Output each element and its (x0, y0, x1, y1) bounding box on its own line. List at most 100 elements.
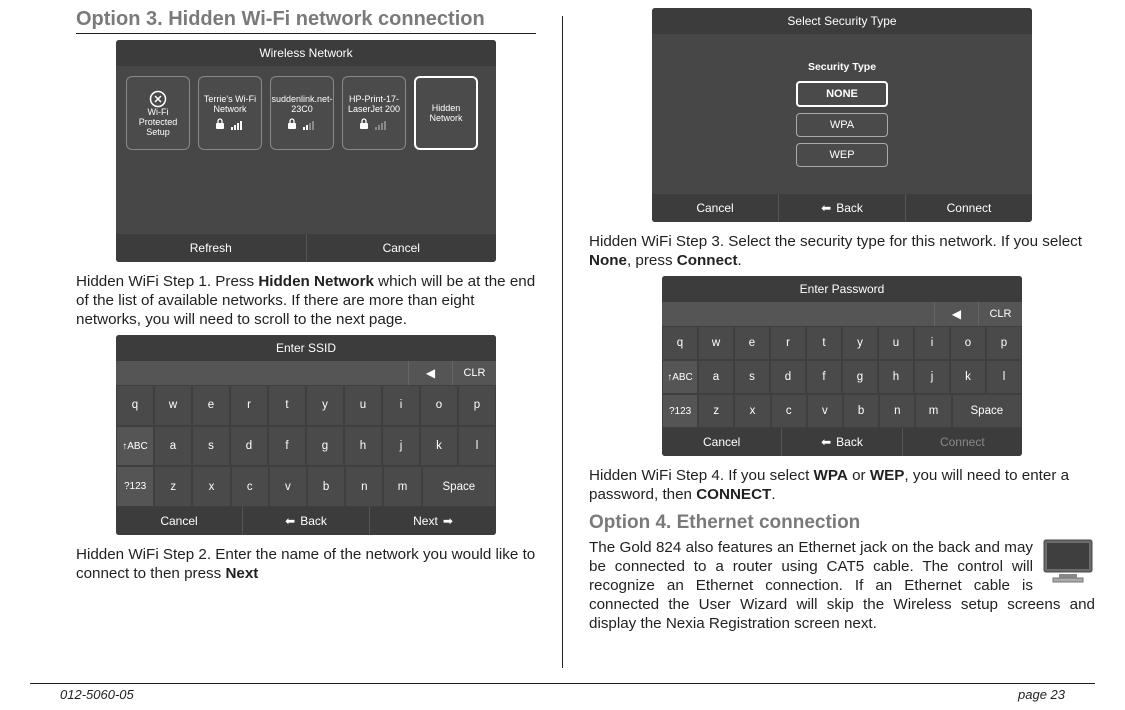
screen-title: Select Security Type (652, 8, 1032, 34)
key[interactable]: t (268, 385, 306, 426)
tile-label: HP-Print-17-LaserJet 200 (345, 95, 403, 115)
security-type-screen: Select Security Type Security Type NONE … (652, 8, 1032, 222)
tile-hidden-network[interactable]: Hidden Network (414, 76, 478, 150)
key[interactable]: u (344, 385, 382, 426)
next-button[interactable]: Next➡ (369, 507, 496, 535)
key[interactable]: b (843, 394, 879, 428)
security-option-wpa[interactable]: WPA (796, 113, 888, 137)
key[interactable]: g (306, 426, 344, 467)
cancel-button[interactable]: Cancel (652, 194, 778, 222)
key[interactable]: v (269, 466, 307, 507)
step4-text: Hidden WiFi Step 4. If you select WPA or… (589, 466, 1095, 504)
key[interactable]: j (914, 360, 950, 394)
signal-icon (231, 120, 245, 133)
key[interactable]: d (770, 360, 806, 394)
key[interactable]: s (192, 426, 230, 467)
shift-key[interactable]: ↑ABC (116, 426, 154, 467)
key[interactable]: h (878, 360, 914, 394)
key[interactable]: i (914, 326, 950, 360)
tile-network-3[interactable]: HP-Print-17-LaserJet 200 (342, 76, 406, 150)
key[interactable]: j (382, 426, 420, 467)
arrow-right-icon: ➡ (443, 514, 453, 528)
key[interactable]: n (345, 466, 383, 507)
key[interactable]: a (698, 360, 734, 394)
backspace-key[interactable] (408, 361, 452, 385)
key[interactable]: u (878, 326, 914, 360)
back-button[interactable]: ⬅Back (242, 507, 369, 535)
tile-wps[interactable]: Wi-Fi Protected Setup (126, 76, 190, 150)
tile-label: Hidden Network (418, 104, 474, 124)
key[interactable]: v (807, 394, 843, 428)
key[interactable]: p (986, 326, 1022, 360)
password-input[interactable] (662, 302, 934, 326)
symbols-key[interactable]: ?123 (662, 394, 698, 428)
tile-network-2[interactable]: suddenlink.net-23C0 (270, 76, 334, 150)
space-key[interactable]: Space (422, 466, 496, 507)
step1-text: Hidden WiFi Step 1. Press Hidden Network… (76, 272, 536, 329)
key[interactable]: r (230, 385, 268, 426)
key[interactable]: t (806, 326, 842, 360)
cancel-button[interactable]: Cancel (306, 234, 497, 262)
key[interactable]: c (231, 466, 269, 507)
clear-key[interactable]: CLR (978, 302, 1022, 326)
back-button[interactable]: ⬅Back (781, 428, 901, 456)
key[interactable]: q (116, 385, 154, 426)
key[interactable]: l (986, 360, 1022, 394)
key[interactable]: a (154, 426, 192, 467)
key[interactable]: w (698, 326, 734, 360)
connect-button[interactable]: Connect (905, 194, 1032, 222)
key[interactable]: f (806, 360, 842, 394)
key[interactable]: y (842, 326, 878, 360)
key[interactable]: z (698, 394, 734, 428)
doc-number: 012-5060-05 (60, 687, 134, 702)
key[interactable]: e (734, 326, 770, 360)
key[interactable]: o (420, 385, 458, 426)
clear-key[interactable]: CLR (452, 361, 496, 385)
key[interactable]: s (734, 360, 770, 394)
key[interactable]: d (230, 426, 268, 467)
security-option-wep[interactable]: WEP (796, 143, 888, 167)
symbols-key[interactable]: ?123 (116, 466, 154, 507)
key[interactable]: y (306, 385, 344, 426)
key[interactable]: k (950, 360, 986, 394)
key[interactable]: r (770, 326, 806, 360)
key[interactable]: x (734, 394, 770, 428)
key[interactable]: x (192, 466, 230, 507)
shift-key[interactable]: ↑ABC (662, 360, 698, 394)
signal-icon (303, 120, 317, 133)
key[interactable]: w (154, 385, 192, 426)
key[interactable]: k (420, 426, 458, 467)
screen-title: Enter SSID (116, 335, 496, 361)
key[interactable]: g (842, 360, 878, 394)
backspace-key[interactable] (934, 302, 978, 326)
key[interactable]: h (344, 426, 382, 467)
key[interactable]: l (458, 426, 496, 467)
cancel-button[interactable]: Cancel (662, 428, 781, 456)
refresh-button[interactable]: Refresh (116, 234, 306, 262)
signal-icon (375, 120, 389, 133)
tile-label: Wi-Fi Protected Setup (129, 108, 187, 138)
key[interactable]: e (192, 385, 230, 426)
arrow-left-icon: ⬅ (821, 435, 831, 449)
tile-network-1[interactable]: Terrie's Wi-Fi Network (198, 76, 262, 150)
key[interactable]: n (879, 394, 915, 428)
key[interactable]: p (458, 385, 496, 426)
space-key[interactable]: Space (952, 394, 1022, 428)
key[interactable]: i (382, 385, 420, 426)
key[interactable]: c (771, 394, 807, 428)
back-button[interactable]: ⬅Back (778, 194, 905, 222)
key[interactable]: m (383, 466, 421, 507)
security-type-label: Security Type (808, 61, 876, 73)
key[interactable]: f (268, 426, 306, 467)
column-divider (562, 16, 563, 668)
key[interactable]: m (915, 394, 951, 428)
security-option-none[interactable]: NONE (796, 81, 888, 107)
key[interactable]: o (950, 326, 986, 360)
key[interactable]: z (154, 466, 192, 507)
key[interactable]: q (662, 326, 698, 360)
key[interactable]: b (307, 466, 345, 507)
screen-title: Enter Password (662, 276, 1022, 302)
option3-heading: Option 3. Hidden Wi-Fi network connectio… (76, 8, 536, 34)
ssid-input[interactable] (116, 361, 408, 385)
cancel-button[interactable]: Cancel (116, 507, 242, 535)
